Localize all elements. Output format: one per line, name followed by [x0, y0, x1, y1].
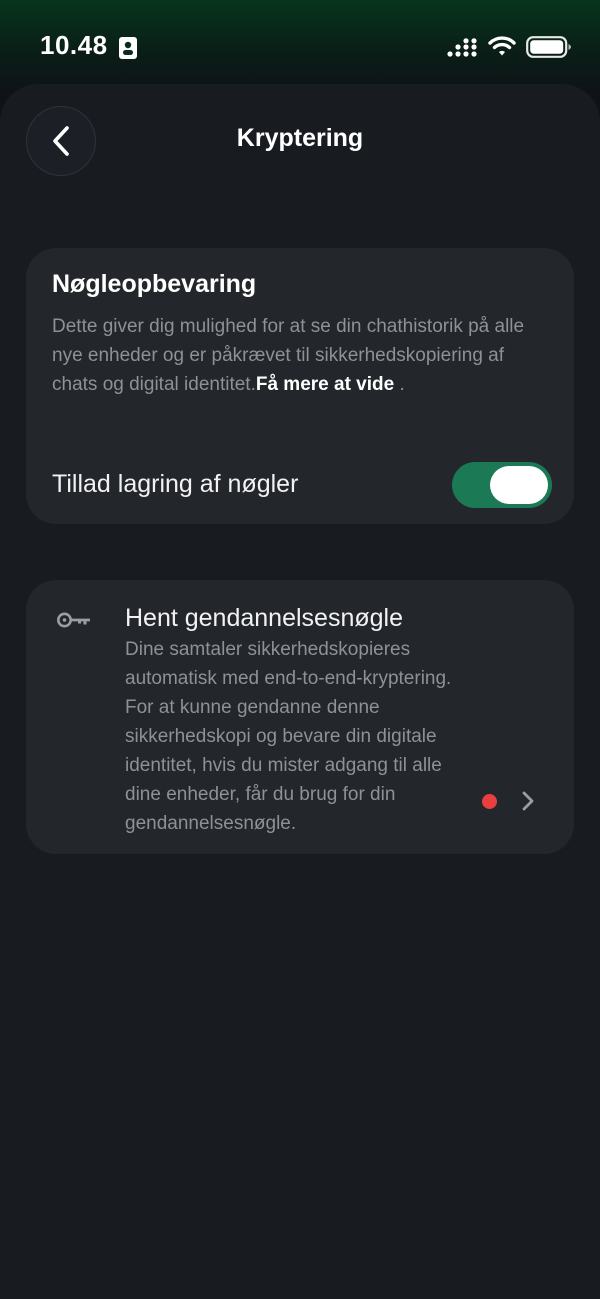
recovery-key-title: Hent gendannelsesnøgle: [125, 604, 403, 632]
description-trailing: .: [394, 374, 405, 395]
status-time: 10.48: [40, 30, 108, 60]
chevron-right-icon: [522, 791, 534, 811]
status-bar: 10.48: [0, 0, 600, 86]
recovery-key-description: Dine samtaler sikkerhedskopieres automat…: [125, 639, 452, 834]
learn-more-link[interactable]: Få mere at vide: [256, 374, 394, 395]
key-storage-heading: Nøgleopbevaring: [52, 270, 257, 298]
allow-key-storage-toggle[interactable]: [452, 462, 552, 508]
signal-icon: [447, 38, 477, 57]
wifi-icon: [488, 36, 516, 56]
page-title: Kryptering: [236, 124, 364, 152]
recovery-key-row[interactable]: Hent gendannelsesnøgle Dine samtaler sik…: [26, 580, 574, 854]
key-storage-card: Nøgleopbevaring Dette giver dig mulighed…: [26, 248, 574, 524]
key-storage-description: Dette giver dig mulighed for at se din c…: [52, 312, 552, 399]
notification-dot: [482, 794, 497, 809]
key-icon: [57, 612, 90, 628]
battery-icon: [526, 36, 571, 58]
settings-sheet: Kryptering Nøgleopbevaring Dette giver d…: [0, 84, 600, 1299]
encryption-settings-screen: 10.48 Kryptering Nøgleopbevaring Dette g…: [0, 0, 600, 1299]
allow-key-storage-label: Tillad lagring af nøgler: [52, 470, 299, 498]
toggle-knob: [490, 466, 548, 504]
id-card-icon: [119, 37, 137, 59]
